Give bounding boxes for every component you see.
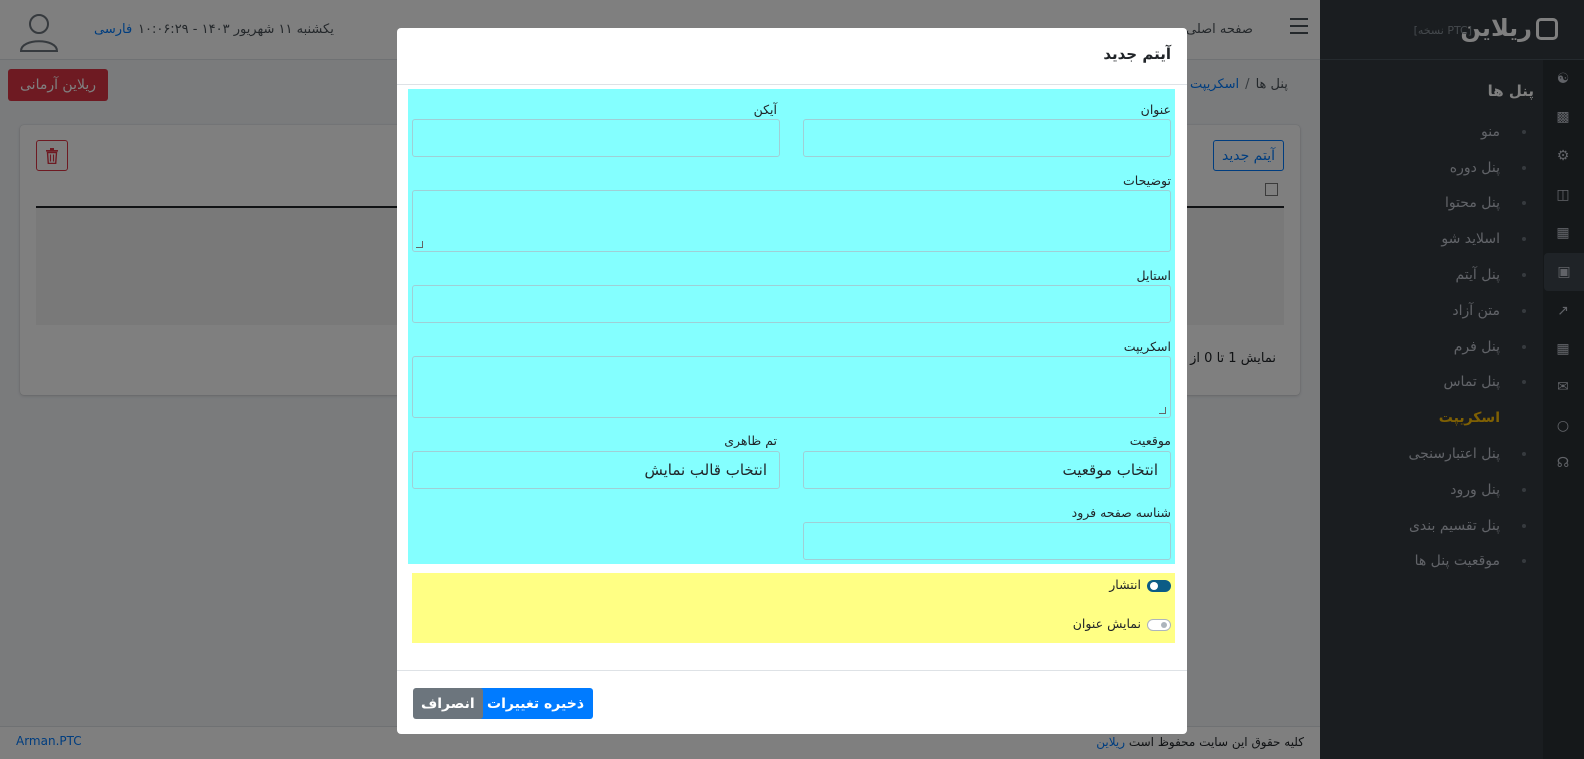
position-label: موقعیت bbox=[1129, 433, 1171, 448]
icon-input[interactable] bbox=[412, 119, 780, 157]
description-label: توضیحات bbox=[1123, 173, 1171, 188]
description-textarea[interactable] bbox=[412, 190, 1171, 252]
show-title-toggle[interactable] bbox=[1147, 619, 1171, 631]
modal-title: آیتم جدید bbox=[1103, 45, 1171, 63]
resize-handle-icon[interactable] bbox=[1159, 407, 1166, 414]
icon-label: آیکن bbox=[753, 102, 777, 117]
modal-header: آیتم جدید bbox=[397, 28, 1187, 85]
landing-id-label: شناسه صفحه فرود bbox=[1071, 505, 1171, 520]
title-input[interactable] bbox=[803, 119, 1171, 157]
script-label: اسکریپت bbox=[1123, 339, 1171, 354]
publish-toggle[interactable] bbox=[1147, 580, 1171, 592]
title-label: عنوان bbox=[1140, 102, 1171, 117]
style-label: استایل bbox=[1136, 268, 1171, 283]
save-button[interactable]: ذخیره تغییرات bbox=[478, 688, 594, 719]
script-textarea[interactable] bbox=[412, 356, 1171, 418]
theme-select[interactable]: انتخاب قالب نمایش bbox=[412, 451, 780, 489]
landing-id-input[interactable] bbox=[803, 522, 1171, 560]
position-select[interactable]: انتخاب موقعیت bbox=[803, 451, 1171, 489]
publish-label: انتشار bbox=[1109, 577, 1141, 592]
show-title-label: نمایش عنوان bbox=[1072, 616, 1141, 631]
resize-handle-icon[interactable] bbox=[416, 241, 423, 248]
form-fields-area: عنوان آیکن توضیحات استایل اسکریپت موقعیت… bbox=[408, 89, 1175, 564]
cancel-button[interactable]: انصراف bbox=[413, 688, 483, 719]
style-input[interactable] bbox=[412, 285, 1171, 323]
theme-label: تم ظاهری bbox=[724, 433, 777, 448]
modal-footer: ذخیره تغییرات انصراف bbox=[397, 670, 1187, 734]
new-item-modal: آیتم جدید عنوان آیکن توضیحات استایل اسکر… bbox=[397, 28, 1187, 734]
switches-area: انتشار نمایش عنوان bbox=[412, 573, 1175, 643]
